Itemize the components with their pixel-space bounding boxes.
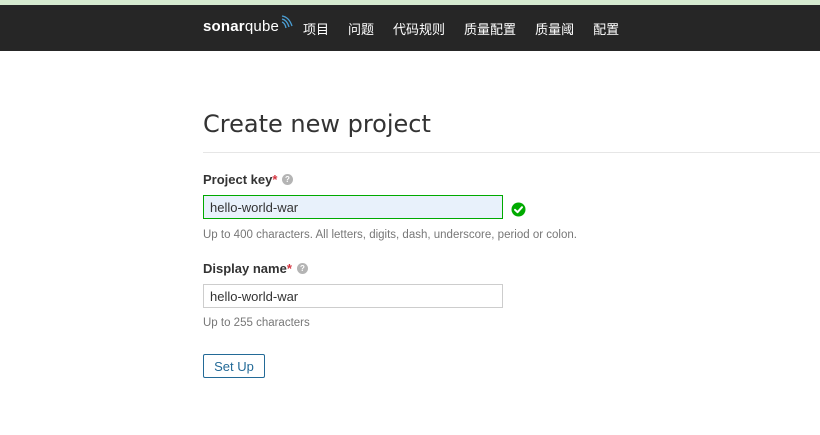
nav-item-quality-profiles[interactable]: 质量配置 [464, 19, 516, 38]
project-key-label: Project key* [203, 172, 277, 187]
logo-waves-icon [281, 15, 293, 29]
check-circle-icon [511, 202, 526, 217]
display-name-label-text: Display name [203, 261, 287, 276]
nav-item-quality-gates[interactable]: 质量阈 [535, 19, 574, 38]
title-divider [203, 152, 820, 153]
nav-item-administration[interactable]: 配置 [593, 19, 619, 38]
display-name-input[interactable] [203, 284, 503, 308]
project-key-input[interactable] [203, 195, 503, 219]
logo-text-bold: sonar [203, 18, 245, 35]
nav-item-rules[interactable]: 代码规则 [393, 19, 445, 38]
nav-item-projects[interactable]: 项目 [303, 19, 329, 38]
required-marker: * [272, 172, 278, 187]
top-navbar: sonar qube 项目 问题 代码规则 质量配置 质量阈 配置 [0, 5, 820, 51]
required-marker: * [286, 261, 292, 276]
project-key-label-text: Project key [203, 172, 273, 187]
nav-links: 项目 问题 代码规则 质量配置 质量阈 配置 [303, 5, 638, 51]
project-key-hint: Up to 400 characters. All letters, digit… [203, 229, 577, 241]
nav-item-issues[interactable]: 问题 [348, 19, 374, 38]
help-icon[interactable]: ? [297, 263, 308, 274]
set-up-button[interactable]: Set Up [203, 354, 265, 378]
help-icon[interactable]: ? [282, 174, 293, 185]
display-name-hint: Up to 255 characters [203, 317, 310, 329]
page-title: Create new project [203, 110, 431, 138]
display-name-label: Display name* [203, 261, 292, 276]
sonarqube-logo[interactable]: sonar qube [203, 15, 294, 35]
logo-text-light: qube [244, 18, 280, 35]
